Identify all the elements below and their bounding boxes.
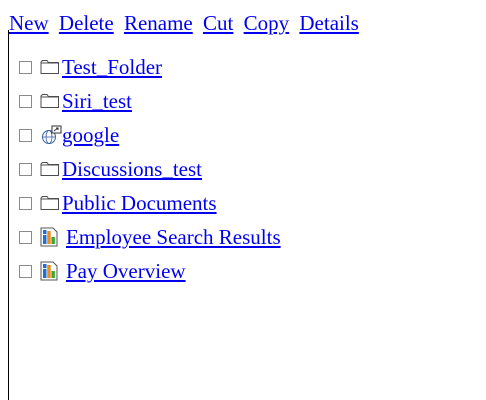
item-link[interactable]: Siri_test [62, 88, 132, 114]
list-item: Discussions_test [19, 152, 281, 186]
details-link[interactable]: Details [299, 11, 358, 35]
list-item: Pay Overview [19, 254, 281, 288]
list-item: Public Documents [19, 186, 281, 220]
list-item: Siri_test [19, 84, 281, 118]
delete-link[interactable]: Delete [59, 11, 114, 35]
item-checkbox[interactable] [19, 196, 32, 210]
item-link[interactable]: Employee Search Results [66, 224, 281, 250]
item-checkbox[interactable] [19, 230, 32, 244]
item-link[interactable]: Test_Folder [62, 54, 162, 80]
report-icon [40, 261, 66, 281]
list-item: Employee Search Results [19, 220, 281, 254]
item-checkbox[interactable] [19, 94, 32, 108]
folder-icon [40, 194, 62, 212]
folder-icon [40, 92, 62, 110]
left-border-line [8, 30, 9, 400]
item-checkbox[interactable] [19, 128, 32, 142]
item-link[interactable]: Pay Overview [66, 258, 186, 284]
content-list: Test_Folder Siri_test google Discussions… [19, 50, 281, 288]
item-checkbox[interactable] [19, 162, 32, 176]
folder-icon [40, 160, 62, 178]
copy-link[interactable]: Copy [244, 11, 290, 35]
rename-link[interactable]: Rename [124, 11, 193, 35]
folder-icon [40, 58, 62, 76]
report-icon [40, 227, 66, 247]
item-link[interactable]: Public Documents [62, 190, 217, 216]
item-link[interactable]: Discussions_test [62, 156, 202, 182]
item-checkbox[interactable] [19, 60, 32, 74]
list-item: google [19, 118, 281, 152]
list-item: Test_Folder [19, 50, 281, 84]
new-link[interactable]: New [9, 11, 49, 35]
web-link-icon [40, 125, 62, 144]
action-toolbar: New Delete Rename Cut Copy Details [9, 10, 359, 36]
cut-link[interactable]: Cut [203, 11, 233, 35]
item-link[interactable]: google [62, 122, 119, 148]
item-checkbox[interactable] [19, 264, 32, 278]
